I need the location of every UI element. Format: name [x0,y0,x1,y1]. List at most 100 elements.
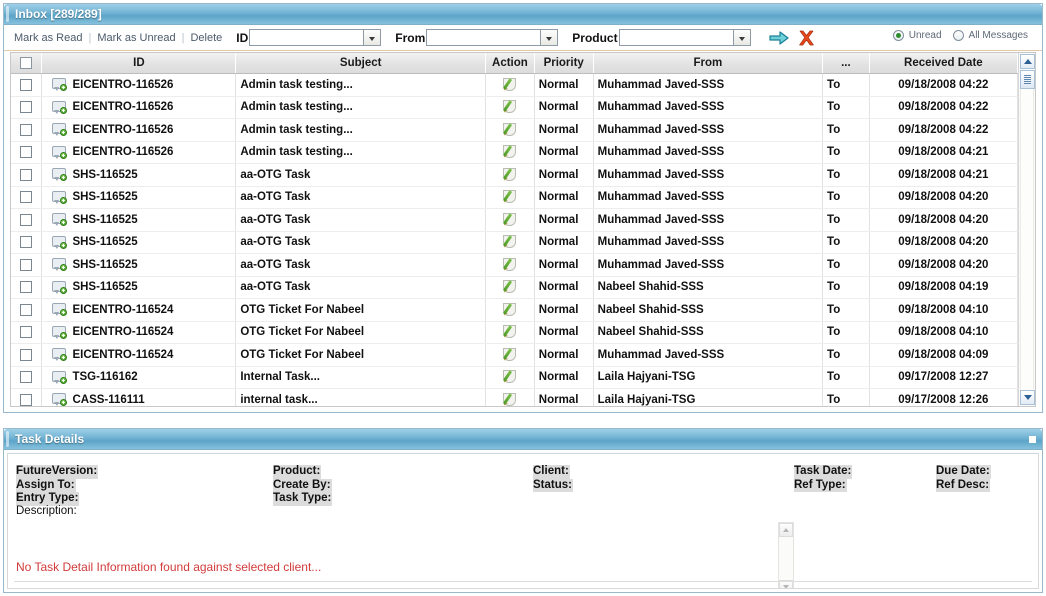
row-subject-link[interactable]: OTG Ticket For Nabeel [235,298,487,322]
table-row[interactable]: SHS-116525 aa-OTG Task Normal Muhammad Jave… [11,163,1018,187]
minimize-icon[interactable] [1029,436,1036,443]
radio-all-messages[interactable] [952,30,964,41]
row-select-cell[interactable] [11,276,43,299]
delete-link[interactable]: Delete [190,32,222,44]
radio-unread-label[interactable]: Unread [909,30,942,41]
row-checkbox[interactable] [20,281,33,294]
product-filter-combo[interactable] [618,29,751,46]
row-select-cell[interactable] [11,73,43,97]
row-checkbox[interactable] [20,168,33,181]
grid-scroll-track[interactable] [1020,70,1034,389]
table-row[interactable]: EICENTRO-116526 Admin task testing... Norm… [11,118,1018,142]
row-action-cell[interactable] [485,321,535,344]
row-checkbox[interactable] [20,258,33,271]
row-action-cell[interactable] [485,231,535,254]
edit-note-icon[interactable] [502,302,517,317]
row-subject-link[interactable]: aa-OTG Task [235,208,487,232]
row-action-cell[interactable] [485,366,535,389]
row-subject-link[interactable]: aa-OTG Task [235,163,487,187]
row-select-cell[interactable] [11,298,43,322]
edit-note-icon[interactable] [502,370,517,385]
row-subject-link[interactable]: aa-OTG Task [235,186,487,209]
table-row[interactable]: EICENTRO-116524 OTG Ticket For Nabeel Norm… [11,343,1018,367]
row-subject-link[interactable]: Admin task testing... [235,141,487,164]
row-select-cell[interactable] [11,208,43,232]
header-subject[interactable]: Subject [235,53,487,74]
table-row[interactable]: EICENTRO-116526 Admin task testing... Norm… [11,73,1018,97]
header-to[interactable]: ... [822,53,870,74]
row-subject-link[interactable]: Admin task testing... [235,118,487,142]
row-subject-link[interactable]: Admin task testing... [235,73,487,97]
edit-note-icon[interactable] [502,145,517,160]
id-filter-input[interactable] [250,30,364,45]
table-row[interactable]: SHS-116525 aa-OTG Task Normal Muhammad Jave… [11,208,1018,232]
scroll-down-icon[interactable] [1020,390,1035,405]
row-subject-link[interactable]: aa-OTG Task [235,231,487,254]
description-scrollbar[interactable] [778,522,794,588]
header-priority[interactable]: Priority [534,53,594,74]
edit-note-icon[interactable] [502,280,517,295]
edit-note-icon[interactable] [502,122,517,137]
row-checkbox[interactable] [20,146,33,159]
header-select-all[interactable] [11,53,43,74]
row-select-cell[interactable] [11,366,43,389]
edit-note-icon[interactable] [502,347,517,362]
row-checkbox[interactable] [20,371,33,384]
row-action-cell[interactable] [485,141,535,164]
row-subject-link[interactable]: Internal Task... [235,366,487,389]
header-received-date[interactable]: Received Date [869,53,1018,74]
row-action-cell[interactable] [485,298,535,322]
header-id[interactable]: ID [41,53,237,74]
row-checkbox[interactable] [20,123,33,136]
row-action-cell[interactable] [485,208,535,232]
product-filter-chevron-down-icon[interactable] [732,30,750,45]
row-checkbox[interactable] [20,191,33,204]
row-select-cell[interactable] [11,321,43,344]
row-checkbox[interactable] [20,348,33,361]
row-action-cell[interactable] [485,118,535,142]
from-filter-combo[interactable] [426,29,559,46]
table-row[interactable]: SHS-116525 aa-OTG Task Normal Muhammad Jave… [11,231,1018,254]
table-row[interactable]: SHS-116525 aa-OTG Task Normal Nabeel Shahid… [11,276,1018,299]
row-select-cell[interactable] [11,118,43,142]
row-action-cell[interactable] [485,163,535,187]
edit-note-icon[interactable] [502,190,517,205]
id-filter-combo[interactable] [249,29,382,46]
row-checkbox[interactable] [20,236,33,249]
product-filter-input[interactable] [619,30,733,45]
edit-note-icon[interactable] [502,392,517,406]
edit-note-icon[interactable] [502,212,517,227]
edit-note-icon[interactable] [502,167,517,182]
table-row[interactable]: SHS-116525 aa-OTG Task Normal Muhammad Jave… [11,253,1018,277]
row-action-cell[interactable] [485,276,535,299]
table-row[interactable]: EICENTRO-116526 Admin task testing... Norm… [11,141,1018,164]
row-checkbox[interactable] [20,393,33,406]
radio-all-messages-label[interactable]: All Messages [969,30,1028,41]
header-action[interactable]: Action [485,53,535,74]
row-subject-link[interactable]: aa-OTG Task [235,276,487,299]
grid-scroll-thumb[interactable] [1020,70,1035,89]
radio-unread[interactable] [892,30,904,41]
row-subject-link[interactable]: internal task... [235,388,487,406]
edit-note-icon[interactable] [502,235,517,250]
edit-note-icon[interactable] [502,100,517,115]
row-checkbox[interactable] [20,78,33,91]
red-x-icon[interactable] [798,30,815,46]
row-action-cell[interactable] [485,73,535,97]
select-all-checkbox[interactable] [20,56,33,69]
description-scroll-up-icon[interactable] [779,523,793,537]
row-action-cell[interactable] [485,253,535,277]
id-filter-chevron-down-icon[interactable] [363,30,381,45]
row-select-cell[interactable] [11,96,43,119]
from-filter-chevron-down-icon[interactable] [540,30,558,45]
scroll-up-icon[interactable] [1020,54,1035,69]
row-subject-link[interactable]: Admin task testing... [235,96,487,119]
row-select-cell[interactable] [11,186,43,209]
row-checkbox[interactable] [20,326,33,339]
row-action-cell[interactable] [485,96,535,119]
row-select-cell[interactable] [11,141,43,164]
row-select-cell[interactable] [11,388,43,406]
grid-vertical-scrollbar[interactable] [1018,53,1035,406]
table-row[interactable]: EICENTRO-116526 Admin task testing... Norm… [11,96,1018,119]
row-checkbox[interactable] [20,213,33,226]
